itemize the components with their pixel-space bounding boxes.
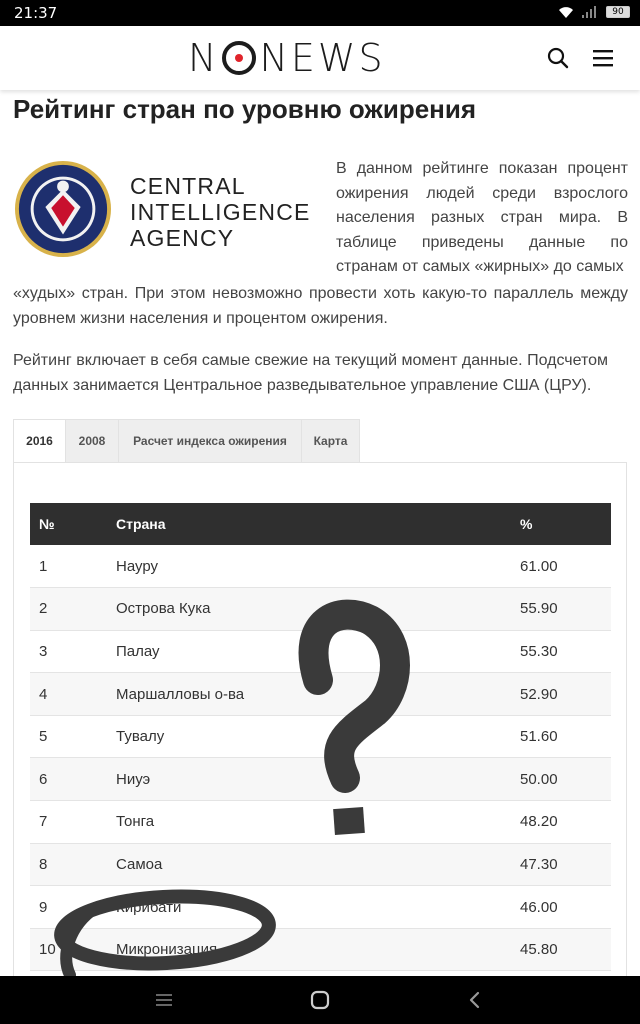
tab-2008[interactable]: 2008: [66, 419, 119, 463]
nav-back-icon[interactable]: [461, 986, 489, 1014]
table-row: 3 Палау 55.30: [30, 630, 611, 674]
search-icon[interactable]: [546, 46, 570, 70]
cell-country: Кирибати: [108, 885, 512, 929]
cell-percent: 47.30: [512, 843, 611, 887]
cell-percent: 55.30: [512, 630, 611, 674]
signal-icon: [582, 6, 598, 18]
nav-home-icon[interactable]: [306, 986, 334, 1014]
cell-number: 8: [30, 843, 108, 887]
table-row: 9 Кирибати 46.00: [30, 885, 611, 929]
cell-country: Тонга: [108, 800, 512, 844]
cell-number: 6: [30, 757, 108, 802]
cell-number: 7: [30, 800, 108, 844]
cell-country: Палау: [108, 630, 512, 674]
cell-number: 9: [30, 885, 108, 929]
table-row: 10 Микронизация 45.80: [30, 928, 611, 972]
column-header-country: Страна: [108, 503, 512, 545]
source-paragraph: Рейтинг включает в себя самые свежие на …: [13, 352, 609, 394]
status-time: 21:37: [14, 4, 58, 22]
cell-number: 3: [30, 630, 108, 674]
table-row: 1 Науру 61.00: [30, 545, 611, 589]
year-tabs: 2016 2008 Расчет индекса ожирения Карта: [13, 419, 360, 463]
page-title: Рейтинг стран по уровню ожирения: [13, 94, 477, 124]
status-bar: 21:37 90: [0, 0, 640, 26]
logo-o-mark: [222, 41, 257, 75]
cell-country: Науру: [108, 545, 512, 589]
column-header-percent: %: [512, 503, 611, 545]
cell-percent: 61.00: [512, 545, 611, 589]
cell-percent: 46.00: [512, 885, 611, 929]
table-row: 8 Самоа 47.30: [30, 843, 611, 887]
cell-number: 2: [30, 587, 108, 631]
cell-percent: 51.60: [512, 715, 611, 759]
cell-number: 4: [30, 672, 108, 716]
cell-percent: 52.90: [512, 672, 611, 716]
cell-percent: 50.00: [512, 757, 611, 802]
intro-text-continued: «худых» стран. При этом невозможно прове…: [13, 285, 628, 327]
table-row: 7 Тонга 48.20: [30, 800, 611, 844]
cell-country: Тувалу: [108, 715, 512, 759]
cell-country: Ниуэ: [108, 757, 512, 802]
table-row: 6 Ниуэ 50.00: [30, 757, 611, 802]
table-header-row: № Страна %: [30, 503, 611, 545]
table-row: 5 Тувалу 51.60: [30, 715, 611, 759]
site-logo[interactable]: N NEWS: [188, 36, 386, 80]
cell-number: 1: [30, 545, 108, 589]
nav-menu-icon[interactable]: [150, 986, 178, 1014]
cell-country: Микронизация: [108, 928, 512, 972]
cell-percent: 55.90: [512, 587, 611, 631]
cia-wordmark-line: CENTRAL: [130, 173, 246, 199]
site-header: N NEWS: [0, 26, 640, 90]
rating-table: № Страна % 1 Науру 61.00 2 Острова Кука …: [30, 503, 611, 972]
tab-map[interactable]: Карта: [302, 419, 360, 463]
cell-country: Самоа: [108, 843, 512, 887]
wifi-icon: [559, 7, 573, 18]
system-nav-bar: [0, 976, 640, 1024]
battery-icon: 90: [606, 6, 630, 18]
cell-percent: 45.80: [512, 928, 611, 972]
column-header-number: №: [30, 503, 108, 545]
cell-number: 10: [30, 928, 108, 972]
cell-percent: 48.20: [512, 800, 611, 844]
cell-country: Острова Кука: [108, 587, 512, 631]
tab-2016[interactable]: 2016: [13, 419, 66, 463]
menu-icon[interactable]: [591, 46, 615, 70]
cia-wordmark: CENTRAL INTELLIGENCE AGENCY: [130, 173, 311, 251]
tab-index-calculation[interactable]: Расчет индекса ожирения: [119, 419, 302, 463]
cia-wordmark-line: INTELLIGENCE: [130, 199, 311, 225]
table-row: 4 Маршалловы о-ва 52.90: [30, 672, 611, 716]
cia-seal-icon: [14, 160, 112, 258]
table-row: 2 Острова Кука 55.90: [30, 587, 611, 631]
cia-wordmark-line: AGENCY: [130, 225, 235, 251]
cell-country: Маршалловы о-ва: [108, 672, 512, 716]
intro-text: В данном рейтинге показан процент ожирен…: [336, 160, 628, 275]
cell-number: 5: [30, 715, 108, 759]
status-icons: 90: [558, 5, 630, 19]
